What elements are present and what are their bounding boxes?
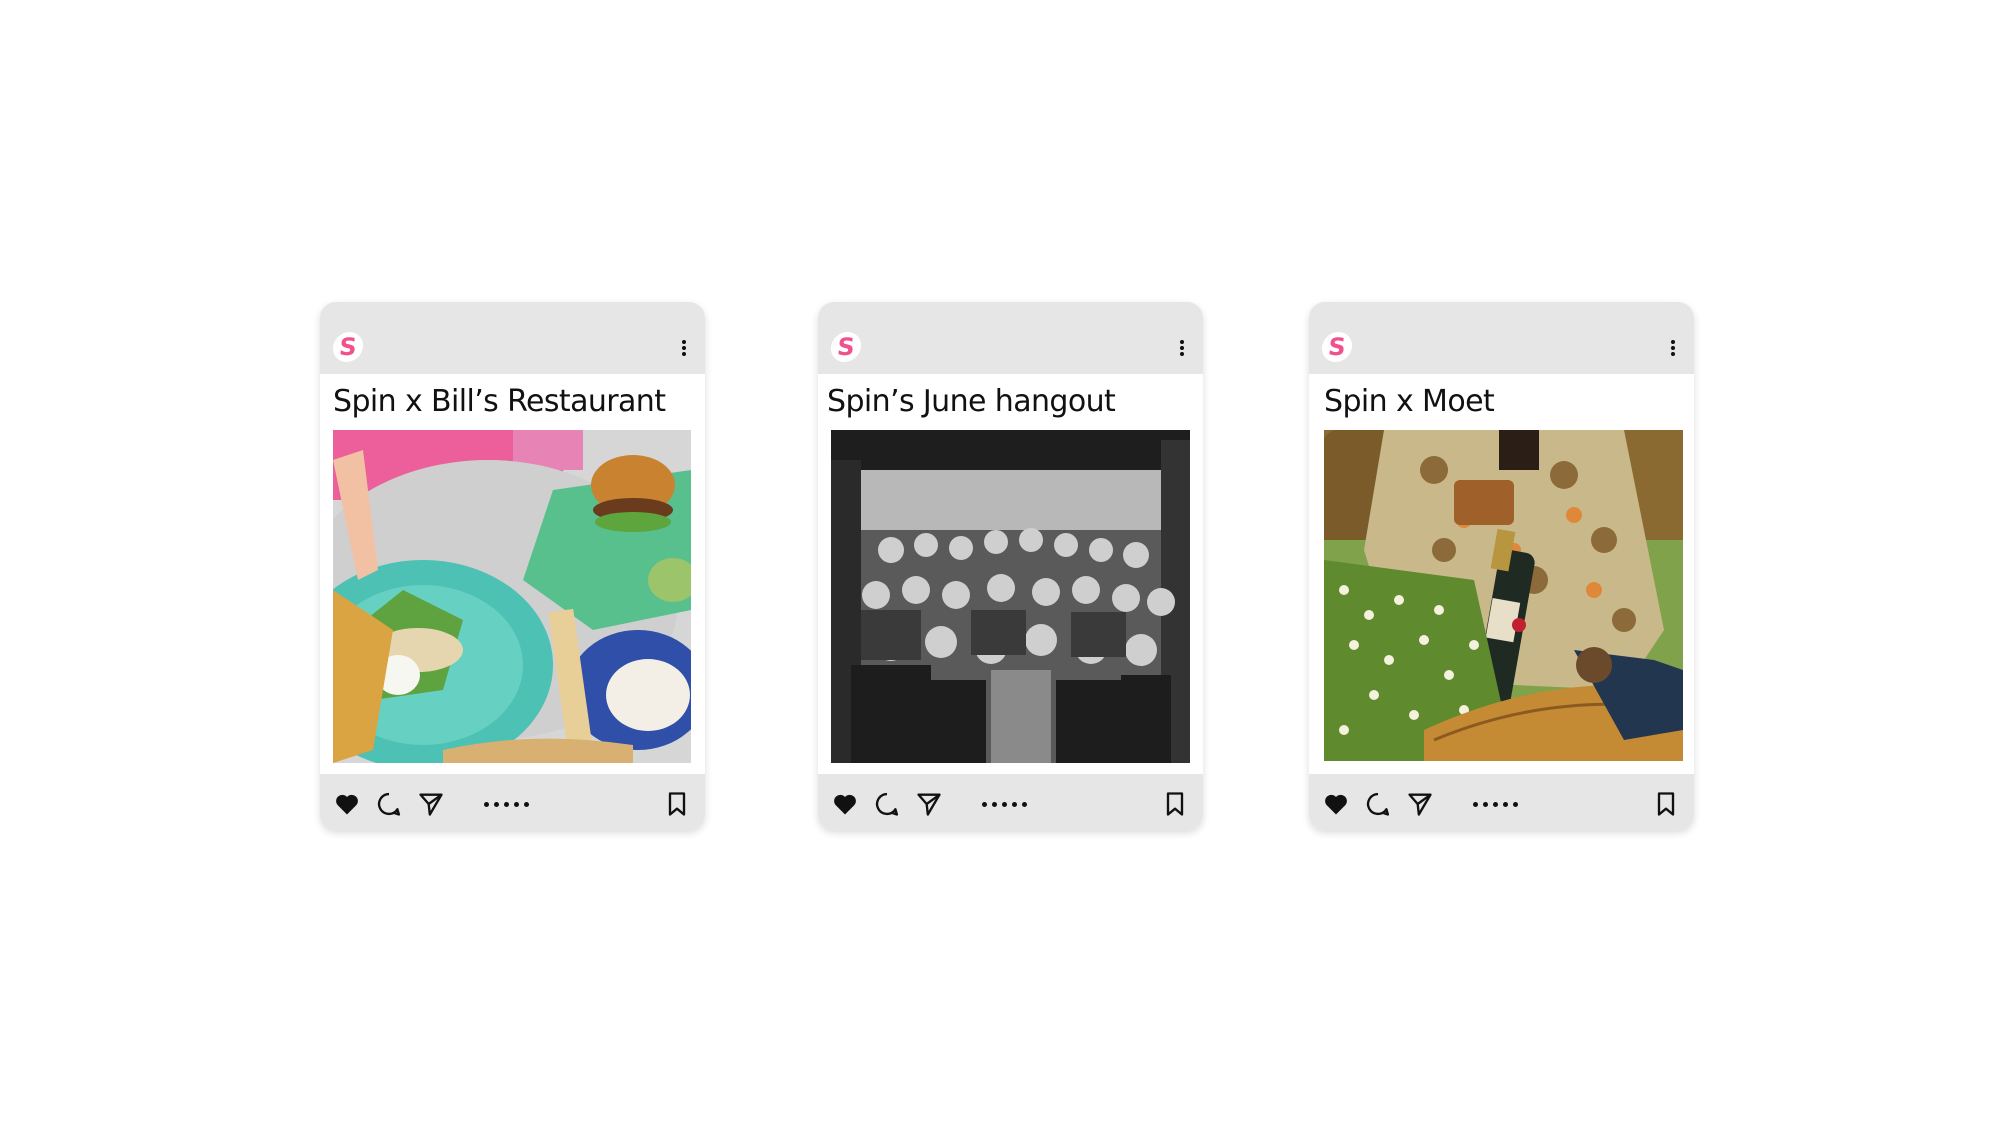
bookmark-icon[interactable] (1161, 790, 1189, 818)
post-header: S (1309, 302, 1694, 374)
send-icon[interactable] (915, 790, 943, 818)
send-icon[interactable] (417, 790, 445, 818)
carousel-dots-icon (484, 802, 529, 808)
brand-avatar[interactable]: S (829, 332, 863, 362)
post-card: S Spin’s June hangout (818, 302, 1203, 830)
more-vertical-icon[interactable] (1670, 340, 1676, 358)
post-actions-bar (1309, 774, 1694, 830)
brand-avatar[interactable]: S (1320, 332, 1354, 362)
champagne-flowers-photo[interactable] (1324, 430, 1683, 761)
more-vertical-icon[interactable] (1179, 340, 1185, 358)
post-title: Spin’s June hangout (827, 384, 1116, 419)
brand-avatar[interactable]: S (331, 332, 365, 362)
comment-icon[interactable] (375, 790, 403, 818)
bookmark-icon[interactable] (1652, 790, 1680, 818)
comment-icon[interactable] (1364, 790, 1392, 818)
post-header: S (818, 302, 1203, 374)
carousel-dots-icon (982, 802, 1027, 808)
heart-icon[interactable] (333, 790, 361, 818)
post-header: S (320, 302, 705, 374)
heart-icon[interactable] (831, 790, 859, 818)
heart-icon[interactable] (1322, 790, 1350, 818)
post-actions-bar (320, 774, 705, 830)
post-card: S Spin x Moet (1309, 302, 1694, 830)
post-card: S Spin x Bill’s Restaurant (320, 302, 705, 830)
post-title: Spin x Bill’s Restaurant (333, 384, 666, 419)
post-title: Spin x Moet (1324, 384, 1495, 419)
send-icon[interactable] (1406, 790, 1434, 818)
group-party-photo[interactable] (831, 430, 1190, 763)
bookmark-icon[interactable] (663, 790, 691, 818)
carousel-dots-icon (1473, 802, 1518, 808)
post-actions-bar (818, 774, 1203, 830)
comment-icon[interactable] (873, 790, 901, 818)
more-vertical-icon[interactable] (681, 340, 687, 358)
food-table-photo[interactable] (333, 430, 691, 763)
